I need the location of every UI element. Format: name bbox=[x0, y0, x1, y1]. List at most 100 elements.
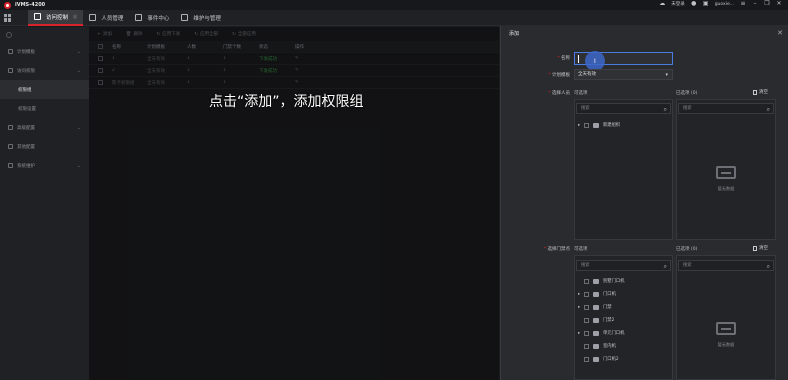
sidebar-item-access[interactable]: 访问权限 ⌄ bbox=[0, 61, 89, 80]
tab-label: 人员管理 bbox=[101, 15, 124, 22]
title-bar: iVMS-4200 ☁ 未登录 ● ▣ guoxie... ≡ – ❐ ✕ bbox=[0, 0, 788, 10]
sidebar-item-label: 权限设置 bbox=[18, 106, 36, 112]
tree-node[interactable]: ▸ 门禁 bbox=[578, 304, 612, 310]
tree-checkbox[interactable] bbox=[584, 122, 589, 128]
tree-checkbox[interactable] bbox=[584, 278, 589, 284]
apps-grid-icon[interactable] bbox=[4, 13, 12, 22]
text-cursor-icon: I bbox=[594, 58, 596, 65]
collapse-icon bbox=[6, 31, 12, 38]
template-label-text: 计划模板 bbox=[552, 73, 570, 78]
person-available-box bbox=[574, 99, 673, 240]
cloud-icon[interactable]: ☁ bbox=[659, 1, 665, 7]
close-icon[interactable]: ✕ bbox=[777, 29, 783, 37]
select-person-text: 选择人员 bbox=[552, 91, 570, 96]
folder-icon bbox=[593, 343, 599, 349]
tree-node-label: 门禁 bbox=[603, 305, 612, 310]
search-icon[interactable]: ⌕ bbox=[767, 262, 770, 272]
chevron-down-icon: ⌄ bbox=[76, 48, 81, 55]
tree-node[interactable]: 别墅门口机 bbox=[578, 278, 624, 284]
trash-icon bbox=[753, 245, 757, 251]
tab-close-icon[interactable]: ◎ bbox=[73, 14, 77, 20]
trash-icon bbox=[753, 89, 757, 95]
folder-icon bbox=[593, 317, 599, 323]
available-label: 可选项 bbox=[574, 247, 588, 252]
sidebar-item-advanced[interactable]: 高级配置 ⌄ bbox=[0, 118, 89, 137]
restore-icon[interactable]: ❐ bbox=[764, 1, 770, 7]
event-icon bbox=[135, 14, 143, 21]
selected-count: (0) bbox=[690, 247, 698, 252]
door-selected-search[interactable]: 搜索 ⌕ bbox=[678, 260, 774, 271]
tree-checkbox[interactable] bbox=[584, 304, 589, 310]
tab-label: 访问控制 bbox=[46, 14, 69, 21]
sidebar-collapse[interactable] bbox=[0, 27, 89, 42]
door-empty-state: 暂无数据 bbox=[696, 322, 756, 348]
tree-node[interactable]: 门口机2 bbox=[578, 356, 619, 362]
panel-header: 添加 ✕ bbox=[501, 26, 788, 41]
tab-person-management[interactable]: 人员管理 bbox=[83, 10, 129, 26]
door-search-input[interactable]: 搜索 ⌕ bbox=[576, 260, 671, 271]
chevron-down-icon: ⌄ bbox=[76, 67, 81, 74]
search-icon[interactable]: ⌕ bbox=[767, 105, 770, 115]
app-logo-icon bbox=[4, 1, 11, 9]
tree-node-label: 门口机2 bbox=[603, 357, 619, 362]
image-icon[interactable]: ▣ bbox=[703, 1, 709, 7]
selected-count: (0) bbox=[690, 91, 698, 96]
advanced-icon bbox=[8, 125, 13, 130]
tab-maintenance[interactable]: 维护与管理 bbox=[175, 10, 227, 26]
chevron-down-icon: ⌄ bbox=[76, 162, 81, 169]
tree-checkbox[interactable] bbox=[584, 330, 589, 336]
clear-button[interactable]: 清空 bbox=[753, 245, 768, 251]
search-placeholder: 搜索 bbox=[581, 263, 590, 268]
tree-node[interactable]: ▸ 门口机 bbox=[578, 291, 616, 297]
sidebar-item-schedule[interactable]: 计划模板 ⌄ bbox=[0, 42, 89, 61]
sidebar-item-other[interactable]: 其他配置 bbox=[0, 137, 89, 156]
tree-node[interactable]: ▸ 单元门口机 bbox=[578, 330, 624, 336]
minimize-icon[interactable]: – bbox=[752, 1, 758, 7]
tree-node-label: 门禁2 bbox=[603, 318, 615, 323]
sidebar-item-permission-group[interactable]: 权限组 bbox=[0, 80, 89, 99]
selected-text: 已选项 bbox=[676, 91, 690, 96]
template-select[interactable]: 全天有效 ▾ bbox=[574, 69, 673, 80]
door-icon bbox=[34, 13, 41, 20]
folder-icon bbox=[593, 278, 599, 284]
tree-checkbox[interactable] bbox=[584, 356, 589, 362]
login-status[interactable]: 未登录 bbox=[671, 1, 685, 7]
search-icon[interactable]: ⌕ bbox=[664, 262, 667, 272]
search-icon[interactable]: ⌕ bbox=[664, 105, 667, 115]
tree-node[interactable]: 室内机 bbox=[578, 343, 616, 349]
door-selected-box bbox=[676, 255, 776, 380]
folder-icon bbox=[593, 122, 599, 128]
tutorial-caption: 点击“添加”，添加权限组 bbox=[209, 94, 364, 110]
tree-node[interactable]: 门禁2 bbox=[578, 317, 614, 323]
schedule-icon bbox=[8, 49, 13, 54]
selected-text: 已选项 bbox=[676, 247, 690, 252]
person-search-input[interactable]: 搜索 ⌕ bbox=[576, 103, 671, 114]
sidebar-item-system[interactable]: 系统维护 ⌄ bbox=[0, 156, 89, 175]
no-data-text: 暂无数据 bbox=[717, 342, 735, 347]
maintenance-icon bbox=[181, 14, 189, 21]
clear-button[interactable]: 清空 bbox=[753, 89, 768, 95]
tab-access-control[interactable]: 访问控制 ◎ bbox=[28, 9, 84, 26]
sidebar-item-permission-settings[interactable]: 权限设置 bbox=[0, 99, 89, 118]
tree-checkbox[interactable] bbox=[584, 317, 589, 323]
tree-node-label: 新建组织 bbox=[603, 123, 621, 128]
tree-checkbox[interactable] bbox=[584, 343, 589, 349]
close-icon[interactable]: ✕ bbox=[776, 1, 782, 7]
titlebar-controls: ☁ 未登录 ● ▣ guoxie... ≡ – ❐ ✕ bbox=[659, 1, 782, 8]
menu-icon[interactable]: ≡ bbox=[740, 1, 746, 7]
person-empty-state: 暂无数据 bbox=[696, 166, 756, 192]
module-nav: 访问控制 ◎ 人员管理 事件中心 维护与管理 bbox=[0, 9, 788, 26]
sidebar: 计划模板 ⌄ 访问权限 ⌄ 权限组 权限设置 高级配置 ⌄ 其他配置 系统维护 ⌄ bbox=[0, 27, 89, 380]
user-icon[interactable]: ● bbox=[691, 1, 697, 7]
chevron-down-icon: ▾ bbox=[665, 72, 668, 78]
search-placeholder: 搜索 bbox=[581, 106, 590, 111]
sidebar-item-label: 其他配置 bbox=[17, 144, 35, 150]
person-selected-search[interactable]: 搜索 ⌕ bbox=[678, 103, 774, 114]
tree-checkbox[interactable] bbox=[584, 291, 589, 297]
tree-node[interactable]: ▸ 新建组织 bbox=[578, 122, 620, 128]
panel-title: 添加 bbox=[509, 31, 520, 37]
sidebar-item-label: 权限组 bbox=[18, 87, 32, 93]
username[interactable]: guoxie... bbox=[715, 2, 734, 7]
tab-event-center[interactable]: 事件中心 bbox=[129, 10, 175, 26]
empty-box-icon bbox=[716, 166, 736, 179]
